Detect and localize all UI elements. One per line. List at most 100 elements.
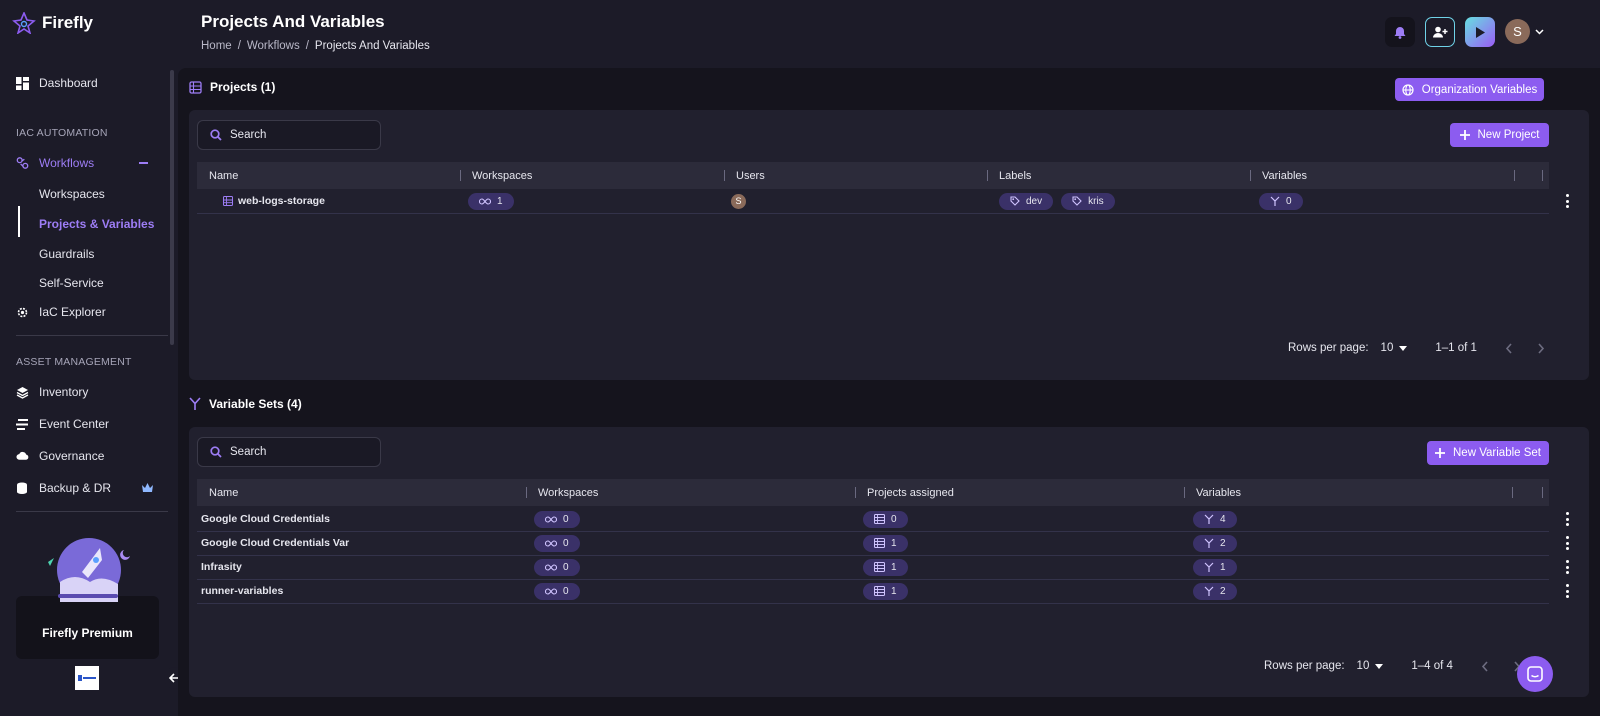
workspaces-count: 0 (563, 513, 569, 525)
sidebar-item-dashboard[interactable]: Dashboard (16, 73, 98, 93)
column-header-workspaces[interactable]: Workspaces (472, 162, 532, 189)
workspaces-pill[interactable]: 0 (534, 558, 580, 576)
variable-set-name[interactable]: Google Cloud Credentials (201, 507, 330, 531)
projects-pill[interactable]: 1 (863, 558, 908, 576)
variables-pill[interactable]: 4 (1193, 510, 1237, 528)
workspaces-pill[interactable]: 0 (534, 534, 580, 552)
sidebar-item-governance[interactable]: Governance (16, 446, 104, 466)
projects-pill[interactable]: 0 (863, 510, 908, 528)
row-actions-menu[interactable] (1565, 194, 1569, 208)
column-separator[interactable] (1514, 170, 1515, 181)
sidebar-item-workflows[interactable]: Workflows (16, 153, 94, 173)
sidebar-divider (16, 511, 168, 512)
variable-icon (1204, 514, 1214, 524)
column-header-workspaces[interactable]: Workspaces (538, 479, 598, 506)
label-pill[interactable]: dev (999, 192, 1054, 210)
row-actions-menu[interactable] (1565, 512, 1569, 526)
sidebar-item-guardrails[interactable]: Guardrails (39, 247, 94, 261)
variable-set-name[interactable]: Google Cloud Credentials Var (201, 531, 349, 555)
column-separator[interactable] (724, 170, 725, 181)
breadcrumb-home[interactable]: Home (201, 40, 232, 52)
column-separator[interactable] (1184, 487, 1185, 498)
workspaces-pill[interactable]: 0 (534, 510, 580, 528)
breadcrumb-separator: / (237, 40, 241, 52)
projects-pill[interactable]: 1 (863, 534, 908, 552)
rows-per-page-select[interactable]: 10 (1357, 660, 1384, 672)
variable-set-name[interactable]: Infrasity (201, 555, 242, 579)
column-header-name[interactable]: Name (209, 479, 238, 506)
column-separator[interactable] (987, 170, 988, 181)
chat-launcher-button[interactable] (1517, 656, 1553, 692)
variable-set-name[interactable]: runner-variables (201, 579, 283, 603)
new-project-button[interactable]: New Project (1450, 123, 1549, 147)
variables-pill[interactable]: 2 (1193, 582, 1237, 600)
new-variable-set-button[interactable]: New Variable Set (1427, 441, 1549, 465)
infinity-icon (479, 197, 491, 205)
sidebar-item-inventory[interactable]: Inventory (16, 382, 88, 402)
column-separator[interactable] (1542, 487, 1543, 498)
variables-count: 2 (1220, 537, 1226, 549)
variable-sets-search-input[interactable]: Search (197, 437, 381, 467)
rows-per-page-select[interactable]: 10 (1381, 342, 1408, 354)
sidebar-item-event-center[interactable]: Event Center (16, 414, 109, 434)
table-row[interactable]: Google Cloud Credentials Var 0 1 2 (197, 531, 1569, 556)
column-separator[interactable] (1512, 487, 1513, 498)
prev-page-icon[interactable] (1505, 342, 1513, 354)
user-avatar[interactable]: S (731, 193, 746, 209)
row-actions-menu[interactable] (1565, 536, 1569, 550)
rows-per-page-value: 10 (1380, 342, 1394, 354)
variables-pill[interactable]: 2 (1193, 534, 1237, 552)
breadcrumb-workflows[interactable]: Workflows (247, 40, 300, 52)
workspace-logo[interactable] (75, 666, 99, 690)
table-row[interactable]: web-logs-storage 1 S dev kris 0 (197, 189, 1569, 214)
sidebar-item-projects-variables[interactable]: Projects & Variables (39, 217, 154, 231)
breadcrumb-separator: / (305, 40, 309, 52)
invite-user-button[interactable] (1425, 17, 1455, 47)
column-separator[interactable] (526, 487, 527, 498)
projects-count: 1 (891, 585, 897, 597)
workspaces-count: 0 (563, 561, 569, 573)
row-actions-menu[interactable] (1565, 584, 1569, 598)
tutorial-play-button[interactable] (1465, 17, 1495, 47)
column-separator[interactable] (1250, 170, 1251, 181)
column-header-projects-assigned[interactable]: Projects assigned (867, 479, 954, 506)
user-avatar[interactable]: S (1505, 19, 1530, 44)
label-pill[interactable]: kris (1061, 192, 1115, 210)
project-icon (874, 538, 885, 548)
column-header-labels[interactable]: Labels (999, 162, 1031, 189)
variables-pill[interactable]: 0 (1259, 192, 1303, 210)
variable-icon (1204, 538, 1214, 548)
notifications-button[interactable] (1385, 17, 1415, 47)
organization-variables-button[interactable]: Organization Variables (1395, 78, 1544, 101)
prev-page-icon[interactable] (1481, 660, 1489, 672)
variables-pill[interactable]: 1 (1193, 558, 1237, 576)
column-header-variables[interactable]: Variables (1196, 479, 1241, 506)
table-row[interactable]: Infrasity 0 1 1 (197, 555, 1569, 580)
sidebar-item-workspaces[interactable]: Workspaces (39, 187, 105, 201)
project-name-cell[interactable]: web-logs-storage (223, 189, 325, 213)
collapse-icon[interactable] (139, 162, 148, 164)
sidebar-item-iac-explorer[interactable]: IaC Explorer (16, 302, 106, 322)
column-separator[interactable] (1542, 170, 1543, 181)
sidebar-item-backup[interactable]: Backup & DR (16, 478, 111, 498)
workspaces-pill[interactable]: 1 (468, 192, 514, 210)
projects-pill[interactable]: 1 (863, 582, 908, 600)
next-page-icon[interactable] (1537, 342, 1545, 354)
column-separator[interactable] (460, 170, 461, 181)
sidebar-scrollbar[interactable] (170, 70, 174, 345)
label-text: dev (1026, 195, 1043, 207)
projects-search-input[interactable]: Search (197, 120, 381, 150)
sidebar-item-self-service[interactable]: Self-Service (39, 276, 104, 290)
column-separator[interactable] (855, 487, 856, 498)
column-header-variables[interactable]: Variables (1262, 162, 1307, 189)
infinity-icon (545, 563, 557, 571)
workspaces-pill[interactable]: 0 (534, 582, 580, 600)
column-header-name[interactable]: Name (209, 162, 238, 189)
chevron-down-icon[interactable] (1535, 29, 1544, 35)
row-actions-menu[interactable] (1565, 560, 1569, 574)
page-range: 1–4 of 4 (1411, 660, 1453, 672)
table-row[interactable]: runner-variables 0 1 2 (197, 579, 1569, 604)
firefly-logo[interactable]: Firefly (12, 12, 93, 34)
table-row[interactable]: Google Cloud Credentials 0 0 4 (197, 507, 1569, 532)
column-header-users[interactable]: Users (736, 162, 765, 189)
